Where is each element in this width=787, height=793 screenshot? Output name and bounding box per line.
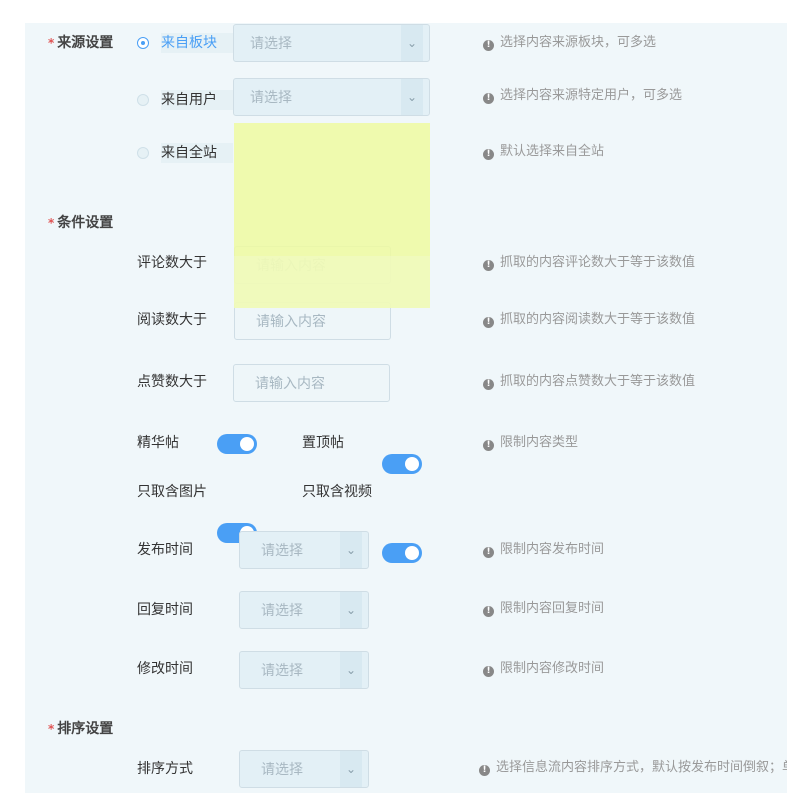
radio-label: 来自用户 [161, 90, 233, 110]
select-placeholder: 请选择 [250, 90, 292, 106]
toggle-knob [405, 457, 419, 471]
comment-count-input[interactable]: 请输入内容 [234, 246, 391, 284]
featured-post-toggle[interactable] [217, 434, 257, 454]
chevron-down-icon: ⌄ [340, 592, 362, 628]
sort-method-label: 排序方式 [137, 761, 193, 777]
select-placeholder: 请选择 [261, 543, 303, 559]
chevron-down-icon: ⌄ [401, 79, 423, 115]
radio-button-checked[interactable] [137, 37, 149, 49]
info-icon: ! [483, 149, 494, 160]
radio-button[interactable] [137, 147, 149, 159]
radio-from-board[interactable]: 来自板块 [137, 33, 233, 53]
read-count-hint: ! 抓取的内容阅读数大于等于该数值 [483, 311, 695, 329]
publish-time-hint: ! 限制内容发布时间 [483, 541, 604, 559]
select-placeholder: 请选择 [261, 762, 303, 778]
required-mark: * [48, 216, 55, 230]
info-icon: ! [483, 440, 494, 451]
images-only-label: 只取含图片 [137, 484, 207, 500]
info-icon: ! [483, 93, 494, 104]
videos-only-label: 只取含视频 [302, 484, 372, 500]
radio-label: 来自全站 [161, 143, 233, 163]
publish-time-label: 发布时间 [137, 542, 193, 558]
condition-section-title: * 条件设置 [48, 215, 114, 231]
reply-time-hint: ! 限制内容回复时间 [483, 600, 604, 618]
chevron-down-icon: ⌄ [340, 751, 362, 787]
like-count-input[interactable]: 请输入内容 [233, 364, 390, 402]
board-select[interactable]: 请选择 ⌄ [233, 24, 430, 62]
toggle-knob [240, 437, 254, 451]
publish-time-select[interactable]: 请选择 ⌄ [239, 531, 369, 569]
pinned-post-toggle[interactable] [382, 454, 422, 474]
comment-count-hint: ! 抓取的内容评论数大于等于该数值 [483, 254, 695, 272]
sort-section-title: * 排序设置 [48, 721, 114, 737]
required-mark: * [48, 722, 55, 736]
source-section-title: * 来源设置 [48, 35, 114, 51]
site-hint: ! 默认选择来自全站 [483, 143, 604, 161]
select-placeholder: 请选择 [250, 36, 292, 52]
chevron-down-icon: ⌄ [340, 532, 362, 568]
info-icon: ! [483, 40, 494, 51]
radio-from-user[interactable]: 来自用户 [137, 90, 233, 110]
chevron-down-icon: ⌄ [340, 652, 362, 688]
info-icon: ! [483, 260, 494, 271]
read-count-input[interactable]: 请输入内容 [234, 302, 391, 340]
info-icon: ! [483, 317, 494, 328]
reply-time-label: 回复时间 [137, 602, 193, 618]
sort-method-hint: ! 选择信息流内容排序方式，默认按发布时间倒叙；单 [479, 759, 787, 777]
comment-count-label: 评论数大于 [137, 255, 207, 271]
content-type-hint: ! 限制内容类型 [483, 434, 578, 452]
read-count-label: 阅读数大于 [137, 312, 207, 328]
featured-post-label: 精华帖 [137, 435, 179, 451]
required-mark: * [48, 36, 55, 50]
modify-time-select[interactable]: 请选择 ⌄ [239, 651, 369, 689]
info-icon: ! [483, 379, 494, 390]
sort-method-select[interactable]: 请选择 ⌄ [239, 750, 369, 788]
info-icon: ! [483, 666, 494, 677]
videos-only-toggle[interactable] [382, 543, 422, 563]
radio-button[interactable] [137, 94, 149, 106]
radio-label: 来自板块 [161, 33, 233, 53]
modify-time-hint: ! 限制内容修改时间 [483, 660, 604, 678]
select-placeholder: 请选择 [261, 603, 303, 619]
info-icon: ! [479, 765, 490, 776]
user-select[interactable]: 请选择 ⌄ [233, 78, 430, 116]
info-icon: ! [483, 606, 494, 617]
content-panel: * 来源设置 来自板块 请选择 ⌄ ! 选择内容来源板块，可多选 来自用户 请选择 … [25, 23, 787, 793]
pinned-post-label: 置顶帖 [302, 435, 344, 451]
radio-from-site[interactable]: 来自全站 [137, 143, 233, 163]
toggle-knob [405, 546, 419, 560]
reply-time-select[interactable]: 请选择 ⌄ [239, 591, 369, 629]
select-placeholder: 请选择 [261, 663, 303, 679]
like-count-hint: ! 抓取的内容点赞数大于等于该数值 [483, 373, 695, 391]
modify-time-label: 修改时间 [137, 661, 193, 677]
user-hint: ! 选择内容来源特定用户，可多选 [483, 87, 682, 105]
board-hint: ! 选择内容来源板块，可多选 [483, 34, 656, 52]
chevron-down-icon: ⌄ [401, 25, 423, 61]
info-icon: ! [483, 547, 494, 558]
like-count-label: 点赞数大于 [137, 374, 207, 390]
